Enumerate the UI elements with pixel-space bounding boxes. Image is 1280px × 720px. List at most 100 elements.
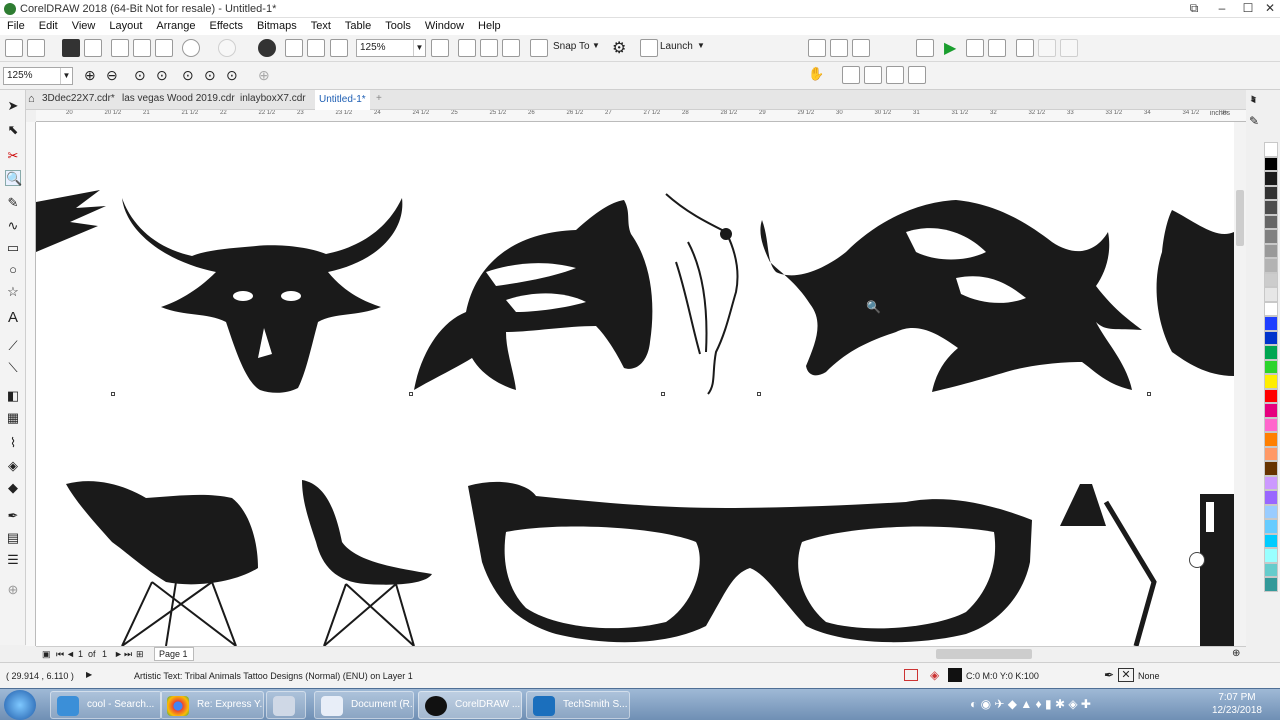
save-icon[interactable] <box>62 39 80 57</box>
artistic-media-icon[interactable]: ∿ <box>5 218 21 234</box>
bird-graphic[interactable] <box>1156 210 1234 376</box>
numbers-icon[interactable] <box>852 39 870 57</box>
taskbar-clock[interactable]: 7:07 PM 12/23/2018 <box>1212 691 1262 717</box>
fill-color-swatch[interactable] <box>948 668 962 682</box>
palette-swatch[interactable] <box>1264 432 1278 447</box>
prev-page-icon[interactable]: ◄ <box>66 649 75 659</box>
menu-effects[interactable]: Effects <box>203 19 250 32</box>
object-icon[interactable] <box>842 66 860 84</box>
first-page-icon[interactable]: ⏮ <box>56 649 64 660</box>
zoom-selected-icon[interactable]: ⊙ <box>134 67 146 84</box>
add-page-icon[interactable]: ⊞ <box>136 649 144 660</box>
menu-table[interactable]: Table <box>338 19 378 32</box>
close-button[interactable]: ✕ <box>1256 0 1280 18</box>
outline-pen-icon[interactable]: ✒ <box>5 508 21 524</box>
palette-swatch[interactable] <box>1264 475 1278 490</box>
palette-swatch[interactable] <box>1264 490 1278 505</box>
snap-to-dropdown[interactable]: Snap To <box>553 41 590 52</box>
show-grid-icon[interactable] <box>480 39 498 57</box>
zoom-level-dropdown[interactable]: 125% ▼ <box>356 39 426 57</box>
record-macro-icon[interactable] <box>966 39 984 57</box>
palette-swatch[interactable] <box>1264 171 1278 186</box>
rotation-handle-icon[interactable] <box>1189 552 1205 568</box>
menu-window[interactable]: Window <box>418 19 471 32</box>
selection-handle[interactable] <box>757 392 761 396</box>
tribal-dolphin-graphic[interactable] <box>414 200 653 390</box>
palette-swatch[interactable] <box>1264 200 1278 215</box>
spell-check-icon[interactable] <box>808 39 826 57</box>
transparency-icon[interactable]: ▦ <box>5 410 21 426</box>
taskbar-internet-explorer[interactable]: cool - Search... <box>50 691 162 719</box>
restore-icon[interactable]: ⧉ <box>1180 0 1208 18</box>
zoom-width-icon[interactable]: ⊙ <box>204 67 216 84</box>
scroll-thumb[interactable] <box>1236 190 1244 246</box>
full-screen-icon[interactable] <box>431 39 449 57</box>
menu-bitmaps[interactable]: Bitmaps <box>250 19 304 32</box>
palette-swatch[interactable] <box>1264 185 1278 200</box>
taskbar-chrome[interactable]: Re: Express Y... <box>160 691 264 719</box>
eyedropper-icon[interactable]: ⌇ <box>5 435 21 451</box>
edit-fill-icon[interactable]: ▤ <box>5 530 21 546</box>
taskbar-coreldraw[interactable]: CorelDRAW ... <box>418 691 522 719</box>
crop-tool-icon[interactable]: ✂ <box>5 148 21 164</box>
palette-swatch[interactable] <box>1264 229 1278 244</box>
smart-fill-icon[interactable]: ◆ <box>5 480 21 496</box>
palette-swatch[interactable] <box>1264 258 1278 273</box>
snap-to-icon[interactable] <box>530 39 548 57</box>
palette-swatch[interactable] <box>1264 374 1278 389</box>
show-guidelines-icon[interactable] <box>502 39 520 57</box>
tab-untitled-1[interactable]: Untitled-1* <box>315 90 370 110</box>
palette-swatch[interactable] <box>1264 461 1278 476</box>
palette-swatch[interactable] <box>1264 548 1278 563</box>
palette-swatch[interactable] <box>1264 562 1278 577</box>
tribal-bull-head-graphic[interactable] <box>122 198 403 393</box>
home-icon[interactable]: ⌂ <box>28 93 35 105</box>
text-abc-icon[interactable] <box>830 39 848 57</box>
zoom-page-icon[interactable]: ⊙ <box>182 67 194 84</box>
wing-graphic[interactable] <box>36 190 106 252</box>
launch-dropdown[interactable]: Launch <box>660 41 693 52</box>
selection-handle[interactable] <box>409 392 413 396</box>
tab-inlayboxx7[interactable]: inlayboxX7.cdr <box>240 93 306 104</box>
outline-pen-status-icon[interactable]: ✒ <box>1104 668 1114 682</box>
desk-lamp-graphic[interactable] <box>1060 484 1157 646</box>
redo-icon[interactable] <box>218 39 236 57</box>
palette-swatch[interactable] <box>1264 533 1278 548</box>
palette-swatch[interactable] <box>1264 272 1278 287</box>
polygon-tool-icon[interactable]: ☆ <box>5 284 21 300</box>
palette-swatch[interactable] <box>1264 359 1278 374</box>
menu-help[interactable]: Help <box>471 19 508 32</box>
fill-bucket-icon[interactable]: ◈ <box>930 668 939 682</box>
palette-swatch[interactable] <box>1264 388 1278 403</box>
tab-las-vegas-wood[interactable]: las vegas Wood 2019.cdr <box>122 93 235 104</box>
palette-swatch[interactable] <box>1264 504 1278 519</box>
stop-recording-icon[interactable] <box>1016 39 1034 57</box>
undo-icon[interactable] <box>182 39 200 57</box>
page-tab[interactable]: Page 1 <box>154 647 194 661</box>
add-tab-icon[interactable]: + <box>376 93 382 104</box>
text-tool-icon[interactable]: A <box>5 310 21 326</box>
show-rulers-icon[interactable] <box>458 39 476 57</box>
parallel-dimension-icon[interactable]: ⟋ <box>5 338 21 354</box>
zoom-in-icon[interactable]: ⊕ <box>84 67 96 84</box>
copy-icon[interactable] <box>133 39 151 57</box>
glasses-graphic[interactable] <box>468 481 1032 643</box>
palette-swatch[interactable] <box>1264 287 1278 302</box>
interactive-fill-icon[interactable]: ◈ <box>5 458 21 474</box>
selection-handle[interactable] <box>661 392 665 396</box>
drop-shadow-icon[interactable]: ◧ <box>5 388 21 404</box>
eames-side-chair-graphic[interactable] <box>302 480 432 646</box>
zoom-fit-icon[interactable]: ⊕ <box>1232 648 1240 659</box>
taskbar-paint[interactable] <box>266 691 306 719</box>
docker-icon[interactable] <box>864 66 882 84</box>
menu-view[interactable]: View <box>65 19 103 32</box>
zoom-tool-icon[interactable]: 🔍 <box>5 170 22 186</box>
menu-tools[interactable]: Tools <box>378 19 418 32</box>
menu-file[interactable]: File <box>0 19 32 32</box>
rectangle-tool-icon[interactable]: ▭ <box>5 240 21 256</box>
options-gear-icon[interactable]: ⚙ <box>612 38 626 58</box>
palette-swatch[interactable] <box>1264 316 1278 331</box>
import-icon[interactable] <box>285 39 303 57</box>
new-document-icon[interactable] <box>5 39 23 57</box>
selection-handle[interactable] <box>111 392 115 396</box>
